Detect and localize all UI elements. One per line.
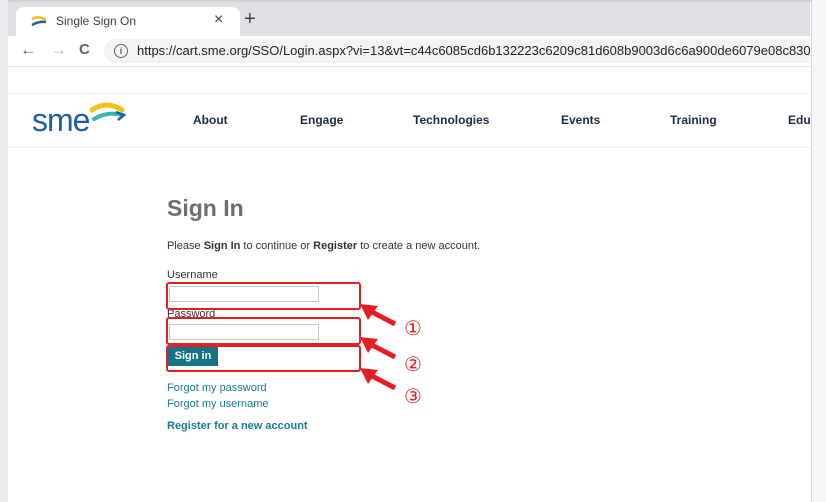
annotation-arrow-1-icon (360, 304, 397, 327)
annotation-arrow-2-icon (360, 337, 397, 360)
annotation-arrow-3-icon (360, 368, 397, 391)
annotation-arrows (360, 304, 397, 391)
annotation-label-2: ② (404, 352, 422, 376)
annotation-label-3: ③ (404, 384, 422, 408)
annotation-label-1: ① (404, 316, 422, 340)
